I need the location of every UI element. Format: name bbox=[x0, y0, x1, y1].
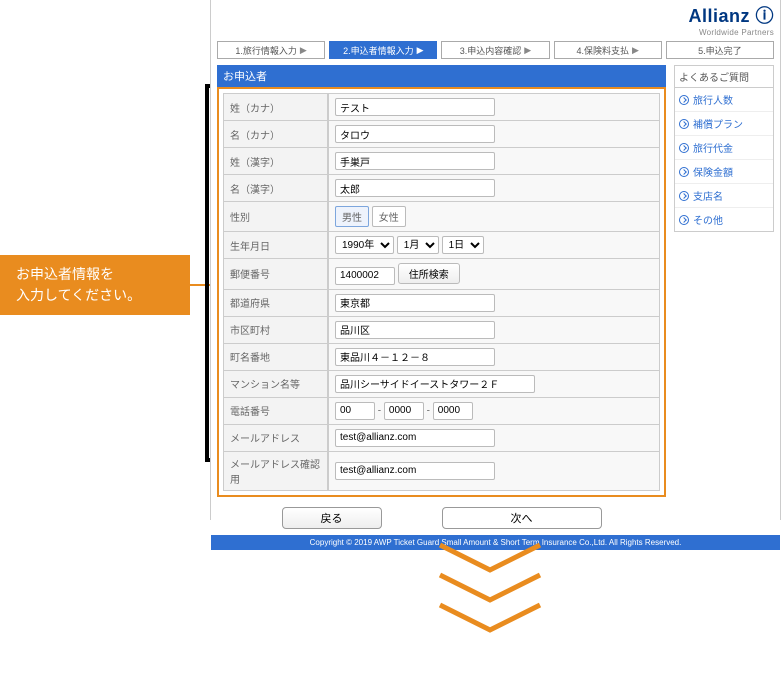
instruction-callout: お申込者情報を 入力してください。 bbox=[0, 255, 190, 315]
phone3-input[interactable] bbox=[433, 402, 473, 420]
bullet-icon bbox=[679, 143, 689, 153]
step-1[interactable]: 1.旅行情報入力▶ bbox=[217, 41, 325, 59]
scroll-down-chevrons-icon bbox=[430, 540, 550, 650]
city-input[interactable] bbox=[335, 321, 495, 339]
bullet-icon bbox=[679, 119, 689, 129]
birth-day-select[interactable]: 1日 bbox=[442, 236, 484, 254]
brand-header: Allianz ⓘ Worldwide Partners bbox=[211, 0, 780, 37]
label-gender: 性別 bbox=[223, 202, 328, 232]
label-street: 町名番地 bbox=[223, 344, 328, 371]
progress-stepper: 1.旅行情報入力▶ 2.申込者情報入力▶ 3.申込内容確認▶ 4.保険料支払▶ … bbox=[211, 37, 780, 63]
bullet-icon bbox=[679, 191, 689, 201]
label-sei-kana: 姓（カナ） bbox=[223, 93, 328, 121]
step-3[interactable]: 3.申込内容確認▶ bbox=[441, 41, 549, 59]
next-button[interactable]: 次へ bbox=[442, 507, 602, 529]
back-button[interactable]: 戻る bbox=[282, 507, 382, 529]
birth-month-select[interactable]: 1月 bbox=[397, 236, 439, 254]
panel-title: お申込者 bbox=[217, 65, 666, 87]
label-mei-kanji: 名（漢字） bbox=[223, 175, 328, 202]
phone2-input[interactable] bbox=[384, 402, 424, 420]
phone1-input[interactable] bbox=[335, 402, 375, 420]
label-birth: 生年月日 bbox=[223, 232, 328, 259]
faq-item[interactable]: 補償プラン bbox=[675, 111, 773, 135]
callout-line1: お申込者情報を bbox=[16, 264, 141, 285]
pref-input[interactable] bbox=[335, 294, 495, 312]
faq-item[interactable]: 旅行人数 bbox=[675, 88, 773, 111]
app-window: Allianz ⓘ Worldwide Partners 1.旅行情報入力▶ 2… bbox=[210, 0, 781, 520]
label-email: メールアドレス bbox=[223, 425, 328, 452]
label-sei-kanji: 姓（漢字） bbox=[223, 148, 328, 175]
step-5[interactable]: 5.申込完了 bbox=[666, 41, 774, 59]
faq-item[interactable]: 支店名 bbox=[675, 183, 773, 207]
label-phone: 電話番号 bbox=[223, 398, 328, 425]
sei-kanji-input[interactable] bbox=[335, 152, 495, 170]
sei-kana-input[interactable] bbox=[335, 98, 495, 116]
email-input[interactable] bbox=[335, 429, 495, 447]
chevron-right-icon: ▶ bbox=[632, 45, 639, 56]
chevron-right-icon: ▶ bbox=[417, 45, 424, 56]
applicant-form: 姓（カナ） 名（カナ） 姓（漢字） 名（漢字） bbox=[217, 87, 666, 497]
building-input[interactable] bbox=[335, 375, 535, 393]
callout-line2: 入力してください。 bbox=[16, 285, 141, 306]
bullet-icon bbox=[679, 215, 689, 225]
email-confirm-input[interactable] bbox=[335, 462, 495, 480]
faq-header: よくあるご質問 bbox=[674, 65, 774, 88]
street-input[interactable] bbox=[335, 348, 495, 366]
label-building: マンション名等 bbox=[223, 371, 328, 398]
faq-item[interactable]: 旅行代金 bbox=[675, 135, 773, 159]
step-4[interactable]: 4.保険料支払▶ bbox=[554, 41, 662, 59]
callout-bracket bbox=[205, 84, 209, 462]
mei-kanji-input[interactable] bbox=[335, 179, 495, 197]
bullet-icon bbox=[679, 167, 689, 177]
label-mei-kana: 名（カナ） bbox=[223, 121, 328, 148]
faq-list: 旅行人数 補償プラン 旅行代金 保険金額 支店名 その他 bbox=[674, 88, 774, 232]
faq-item[interactable]: 保険金額 bbox=[675, 159, 773, 183]
chevron-right-icon: ▶ bbox=[524, 45, 531, 56]
label-postal: 郵便番号 bbox=[223, 259, 328, 290]
label-email-confirm: メールアドレス確認用 bbox=[223, 452, 328, 491]
step-2[interactable]: 2.申込者情報入力▶ bbox=[329, 41, 437, 59]
brand-name: Allianz ⓘ bbox=[211, 2, 774, 28]
postal-input[interactable] bbox=[335, 267, 395, 285]
faq-item[interactable]: その他 bbox=[675, 207, 773, 231]
birth-year-select[interactable]: 1990年 bbox=[335, 236, 394, 254]
label-city: 市区町村 bbox=[223, 317, 328, 344]
label-pref: 都道府県 bbox=[223, 290, 328, 317]
brand-sub: Worldwide Partners bbox=[211, 28, 774, 37]
mei-kana-input[interactable] bbox=[335, 125, 495, 143]
address-search-button[interactable]: 住所検索 bbox=[398, 263, 460, 284]
gender-male-button[interactable]: 男性 bbox=[335, 206, 369, 227]
gender-female-button[interactable]: 女性 bbox=[372, 206, 406, 227]
chevron-right-icon: ▶ bbox=[300, 45, 307, 56]
bullet-icon bbox=[679, 95, 689, 105]
